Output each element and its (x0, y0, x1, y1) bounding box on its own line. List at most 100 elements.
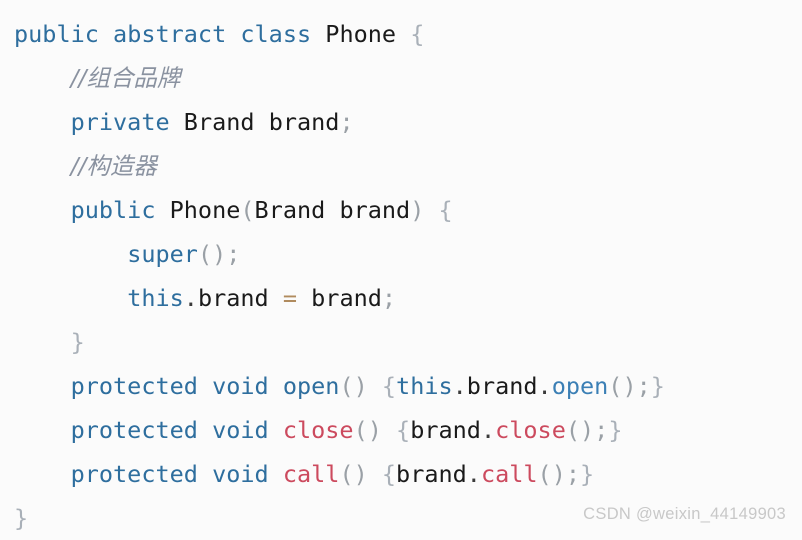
code-token-brace: } (650, 372, 665, 400)
code-token-keyword: class (240, 20, 312, 48)
code-token-brace: { (438, 196, 453, 224)
code-line: super(); (14, 232, 802, 276)
code-token-punct: () (353, 416, 382, 444)
code-token-keyword: void (212, 372, 269, 400)
code-token-plain: Brand (183, 108, 255, 136)
code-token-punct: ; (381, 284, 397, 312)
code-token-comment: //构造器 (70, 152, 157, 180)
code-line: protected void open() {this.brand.open()… (14, 364, 802, 408)
code-token-punct: () (197, 240, 227, 268)
code-line: protected void call() {brand.call();} (14, 452, 802, 496)
code-token-keyword: super (127, 240, 198, 268)
code-token-punct: ; (565, 460, 580, 488)
code-token-keyword: void (212, 416, 269, 444)
code-token-keyword: public (70, 196, 156, 224)
code-token-plain: Phone (325, 20, 397, 48)
csdn-watermark: CSDN @weixin_44149903 (583, 505, 786, 523)
code-token-operator: = (282, 284, 297, 312)
code-token-keyword: protected (70, 460, 198, 488)
code-token-special: call (282, 460, 340, 488)
code-token-brace: { (381, 460, 397, 488)
code-token-keyword: void (212, 460, 269, 488)
code-line: this.brand = brand; (14, 276, 802, 320)
code-token-brace: { (381, 372, 397, 400)
code-token-keyword: this (396, 372, 453, 400)
code-token-keyword: protected (70, 416, 198, 444)
code-token-punct: ; (636, 372, 651, 400)
code-token-plain: Phone (169, 196, 241, 224)
code-token-punct: ; (226, 240, 241, 268)
code-token-keyword: private (70, 108, 170, 136)
code-token-comment: //组合品牌 (70, 64, 181, 92)
code-line: //组合品牌 (14, 56, 802, 100)
code-token-punct: () (537, 460, 566, 488)
code-line: private Brand brand; (14, 100, 802, 144)
code-line: public Phone(Brand brand) { (14, 188, 802, 232)
code-token-keyword: this (127, 284, 184, 312)
code-token-punct: () (608, 372, 637, 400)
code-token-dot: . (452, 372, 467, 400)
code-token-plain: brand (396, 460, 467, 488)
code-token-keyword: public (14, 20, 99, 48)
code-token-plain: brand (410, 416, 481, 444)
code-token-plain: brand (311, 284, 382, 312)
code-line: protected void close() {brand.close();} (14, 408, 802, 452)
code-token-call: open (551, 372, 609, 400)
code-token-special: close (282, 416, 354, 444)
code-token-punct: ( (240, 196, 255, 224)
code-token-brace: } (14, 504, 29, 532)
code-token-dot: . (537, 372, 552, 400)
code-token-special: close (495, 416, 566, 444)
code-token-punct: () (339, 460, 368, 488)
code-token-brace: { (396, 416, 411, 444)
code-token-plain: brand (339, 196, 411, 224)
code-token-punct: ; (594, 416, 609, 444)
code-token-brace: { (410, 20, 425, 48)
code-token-special: call (480, 460, 538, 488)
code-token-plain: brand (197, 284, 269, 312)
code-token-dot: . (480, 416, 496, 444)
code-token-method: open (282, 372, 340, 400)
code-token-dot: . (466, 460, 481, 488)
code-line: } (14, 320, 802, 364)
code-token-plain: brand (268, 108, 340, 136)
code-token-keyword: protected (70, 372, 198, 400)
code-token-punct: () (565, 416, 595, 444)
code-token-dot: . (183, 284, 198, 312)
code-token-plain: brand (466, 372, 538, 400)
code-line: //构造器 (14, 144, 802, 188)
code-token-brace: } (608, 416, 623, 444)
code-listing: public abstract class Phone { //组合品牌 pri… (14, 12, 802, 540)
code-line: public abstract class Phone { (14, 12, 802, 56)
code-token-brace: } (70, 328, 85, 356)
code-token-punct: () (339, 372, 368, 400)
code-token-punct: ) (410, 196, 425, 224)
